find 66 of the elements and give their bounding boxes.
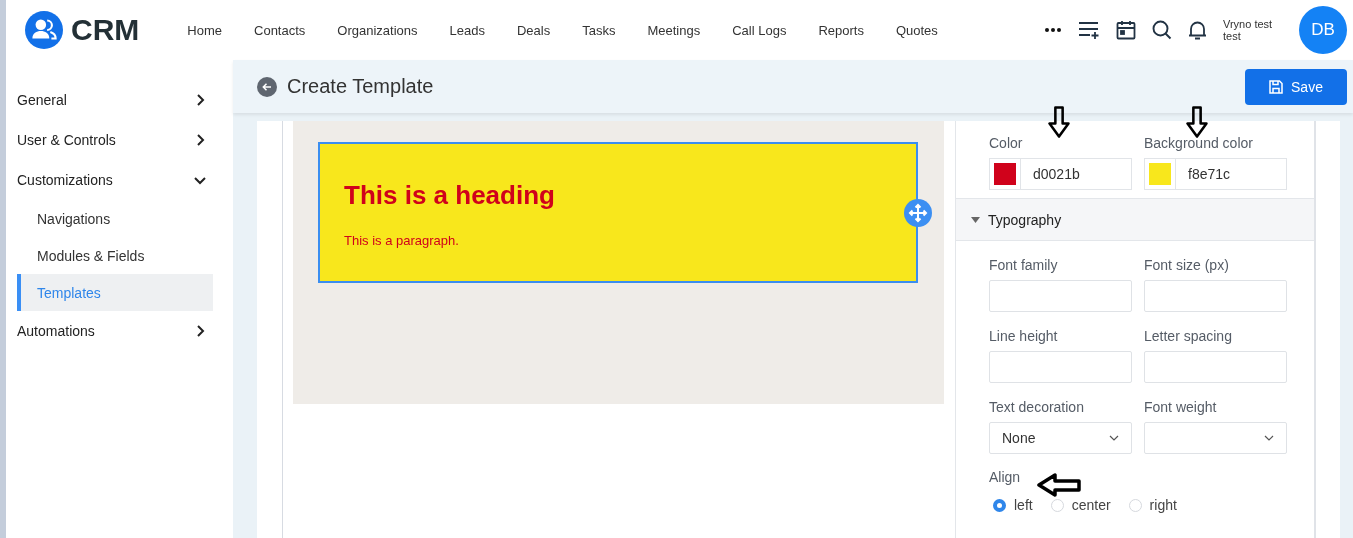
field-label: Font family	[989, 257, 1059, 273]
save-icon	[1269, 79, 1284, 94]
nav-link[interactable]: Call Logs	[716, 22, 803, 38]
field-label: Background color	[1144, 135, 1254, 151]
nav-link[interactable]: Organizations	[321, 22, 434, 38]
sidebar-item[interactable]: Customizations	[6, 160, 233, 200]
color-swatch[interactable]	[989, 158, 1021, 190]
chevron-icon	[194, 174, 206, 186]
input-field[interactable]	[1144, 280, 1287, 312]
caret-icon	[971, 216, 980, 223]
radio-option[interactable]: left	[993, 497, 1033, 513]
color-input[interactable]: f8e71c	[1176, 158, 1287, 190]
page-title: Create Template	[287, 75, 434, 98]
nav-link[interactable]: Meetings	[631, 22, 717, 38]
sidebar-subitem[interactable]: Modules & Fields	[17, 237, 213, 274]
input-field[interactable]	[1144, 351, 1287, 383]
logo-icon	[25, 11, 63, 49]
add-list-icon[interactable]	[1078, 21, 1100, 39]
input-field[interactable]	[989, 351, 1132, 383]
down-arrow-icon	[1046, 106, 1072, 138]
template-paragraph: This is a paragraph.	[344, 233, 460, 248]
template-heading: This is a heading	[344, 180, 556, 211]
color-swatch[interactable]	[1144, 158, 1176, 190]
chevron-icon	[194, 134, 206, 146]
sidebar-item[interactable]: General	[6, 80, 233, 120]
nav-link[interactable]: Quotes	[879, 22, 954, 38]
radio-option[interactable]: center	[1050, 497, 1111, 513]
field-label: Text decoration	[989, 399, 1085, 415]
nav-link[interactable]: Home	[171, 22, 238, 38]
field-label: Font size (px)	[1144, 257, 1230, 273]
user-avatar[interactable]: DB	[1299, 6, 1347, 54]
radio-option[interactable]: right	[1128, 497, 1177, 513]
field-label: Line height	[989, 328, 1059, 344]
sidebar-subitem[interactable]: Navigations	[17, 200, 213, 237]
calendar-icon[interactable]	[1116, 20, 1136, 40]
nav-link[interactable]: Leads	[433, 22, 501, 38]
section-header[interactable]: Typography	[956, 198, 1314, 241]
save-button[interactable]: Save	[1245, 68, 1347, 105]
field-label: Letter spacing	[1144, 328, 1233, 344]
sidebar-item[interactable]: User & Controls	[6, 120, 233, 160]
chevron-icon	[194, 325, 206, 337]
sidebar-item[interactable]: Automations	[6, 311, 233, 351]
nav-link[interactable]: Contacts	[238, 22, 322, 38]
field-label: Align	[989, 469, 1022, 485]
more-icon[interactable]	[1044, 27, 1062, 33]
chevron-icon	[1264, 435, 1274, 441]
move-handle-icon[interactable]	[904, 199, 932, 227]
back-icon[interactable]	[257, 76, 277, 97]
nav-link[interactable]: Deals	[500, 22, 567, 38]
app-name: CRM	[71, 13, 140, 47]
color-input[interactable]: d0021b	[1021, 158, 1132, 190]
field-label: Font weight	[1144, 399, 1218, 415]
field-label: Color	[989, 135, 1024, 151]
bell-icon[interactable]	[1188, 20, 1207, 40]
search-icon[interactable]	[1152, 20, 1172, 40]
chevron-icon	[1109, 435, 1119, 441]
nav-link[interactable]: Tasks	[566, 22, 632, 38]
nav-link[interactable]: Reports	[802, 22, 880, 38]
chevron-icon	[194, 94, 206, 106]
down-arrow-icon	[1184, 106, 1210, 138]
user-name: Vryno test test	[1223, 18, 1274, 42]
dropdown[interactable]: None	[989, 422, 1132, 454]
template-block[interactable]: This is a heading This is a paragraph.	[318, 142, 918, 283]
radio-button[interactable]	[993, 498, 1006, 512]
left-arrow-icon	[1037, 473, 1081, 497]
input-field[interactable]	[989, 280, 1132, 312]
